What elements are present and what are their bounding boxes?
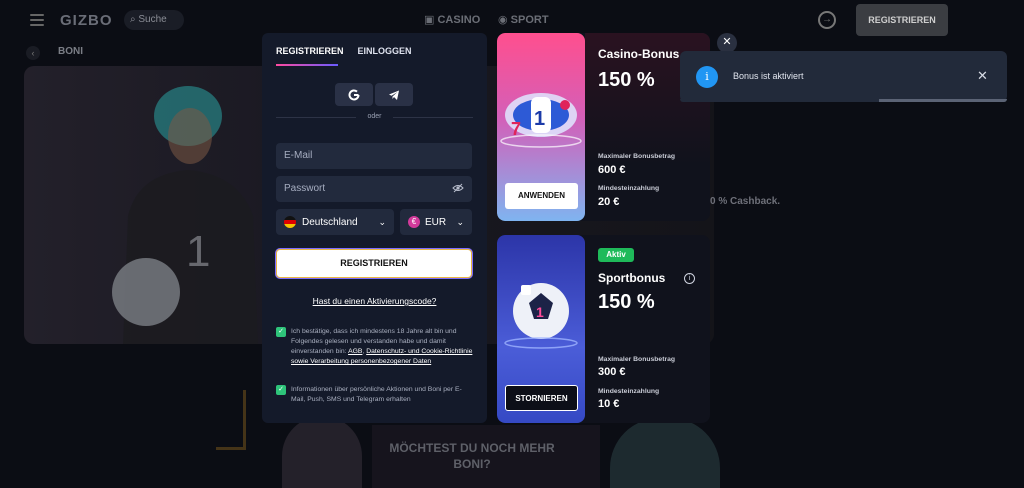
telegram-icon: [389, 90, 399, 100]
bonus-percent: 150 %: [598, 69, 655, 91]
search-icon: ⌕: [130, 14, 136, 25]
terms-text: Ich bestätige, dass ich mindestens 18 Ja…: [291, 328, 473, 365]
tab-login[interactable]: EINLOGGEN: [358, 46, 412, 56]
nav-sport[interactable]: ◉ SPORT: [498, 13, 549, 26]
apply-bonus-button[interactable]: ANWENDEN: [505, 183, 578, 209]
svg-text:1: 1: [536, 304, 544, 320]
active-tab-indicator: [276, 64, 338, 66]
header-register-button[interactable]: REGISTRIEREN: [856, 4, 948, 36]
more-bonus-text: MÖCHTEST DU NOCH MEHR BONI?: [389, 441, 555, 471]
casino-icon: ▣: [424, 14, 435, 26]
nav-casino[interactable]: ▣ CASINO: [424, 13, 480, 26]
slot-machine-illustration: 1 7: [500, 93, 582, 148]
min-deposit-value: 20 €: [598, 196, 620, 208]
auth-tabs: REGISTRIEREN EINLOGGEN: [276, 46, 412, 56]
page: GIZBO ⌕ Suche ▣ CASINO ◉ SPORT → REGISTR…: [0, 0, 1024, 488]
nav-sport-label: SPORT: [510, 14, 549, 26]
terms-checkbox[interactable]: ✓: [276, 327, 286, 337]
country-select[interactable]: Deutschland ⌄: [276, 209, 394, 235]
agb-link[interactable]: AGB: [348, 348, 362, 355]
activation-code-link[interactable]: Hast du einen Aktivierungscode?: [262, 296, 487, 306]
casino-bonus-card: 1 7 ANWENDEN Casino-Bonus 150 % Maximale…: [497, 33, 710, 221]
cancel-bonus-button[interactable]: STORNIEREN: [505, 385, 578, 411]
max-bonus-label: Maximaler Bonusbetrag: [598, 356, 676, 363]
google-login-button[interactable]: [335, 83, 373, 106]
max-bonus-label: Maximaler Bonusbetrag: [598, 153, 676, 160]
google-icon: [348, 88, 360, 100]
info-icon: i: [696, 66, 718, 88]
max-bonus-value: 300 €: [598, 366, 626, 378]
password-placeholder: Passwort: [284, 183, 326, 194]
toast-progress-bar: [879, 99, 1007, 102]
bonus-percent: 150 %: [598, 291, 655, 313]
euro-icon: €: [408, 216, 420, 228]
register-submit-button[interactable]: REGISTRIEREN: [276, 249, 472, 278]
newsletter-checkbox[interactable]: ✓: [276, 385, 286, 395]
breadcrumb: BONI: [58, 46, 83, 57]
max-bonus-value: 600 €: [598, 164, 626, 176]
status-badge: Aktiv: [598, 248, 634, 262]
sport-bonus-card: 1 STORNIEREN Aktiv Sportbonus i 150 % Ma…: [497, 235, 710, 423]
toast-close-icon[interactable]: ✕: [977, 68, 988, 84]
min-deposit-label: Mindesteinzahlung: [598, 388, 660, 395]
svg-text:1: 1: [186, 227, 210, 276]
eye-off-icon[interactable]: [452, 183, 464, 193]
toast-notification: i Bonus ist aktiviert ✕: [680, 51, 1007, 102]
bonus-title: Sportbonus: [598, 271, 666, 285]
bonus-title: Casino-Bonus: [598, 47, 680, 61]
chevron-down-icon: ⌄: [378, 216, 386, 227]
soccer-ball-illustration: 1: [504, 283, 578, 349]
tab-register[interactable]: REGISTRIEREN: [276, 46, 344, 56]
toast-message: Bonus ist aktiviert: [733, 71, 804, 81]
back-arrow-icon[interactable]: ‹: [26, 46, 40, 60]
logo[interactable]: GIZBO: [60, 12, 113, 29]
nav-casino-label: CASINO: [437, 14, 481, 26]
register-panel: REGISTRIEREN EINLOGGEN oder E-Mail Passw…: [262, 33, 487, 423]
divider-right: [393, 117, 473, 118]
search-placeholder: Suche: [138, 14, 167, 25]
email-field[interactable]: E-Mail: [276, 143, 472, 169]
sport-icon: ◉: [498, 14, 508, 26]
min-deposit-value: 10 €: [598, 398, 620, 410]
password-field[interactable]: Passwort: [276, 176, 472, 202]
menu-icon[interactable]: [30, 14, 44, 29]
decorative-arc: [216, 390, 246, 450]
email-placeholder: E-Mail: [284, 150, 313, 161]
svg-text:1: 1: [534, 108, 545, 130]
germany-flag-icon: [284, 216, 296, 228]
info-icon[interactable]: i: [684, 273, 695, 284]
country-value: Deutschland: [302, 216, 358, 228]
chevron-down-icon: ⌄: [456, 216, 464, 227]
modal-close-icon[interactable]: ✕: [717, 33, 737, 53]
min-deposit-label: Mindesteinzahlung: [598, 185, 660, 192]
currency-value: EUR: [425, 216, 447, 228]
search-input[interactable]: ⌕ Suche: [124, 10, 184, 30]
bottom-character-image-2: [610, 418, 720, 488]
currency-select[interactable]: € EUR ⌄: [400, 209, 472, 235]
cashback-text: 0 % Cashback.: [710, 196, 781, 207]
telegram-login-button[interactable]: [375, 83, 413, 106]
newsletter-text: Informationen über persönliche Aktionen …: [291, 386, 462, 403]
hero-character-image: 1: [112, 86, 258, 344]
login-icon[interactable]: →: [818, 11, 836, 29]
bottom-character-image: [282, 416, 362, 488]
